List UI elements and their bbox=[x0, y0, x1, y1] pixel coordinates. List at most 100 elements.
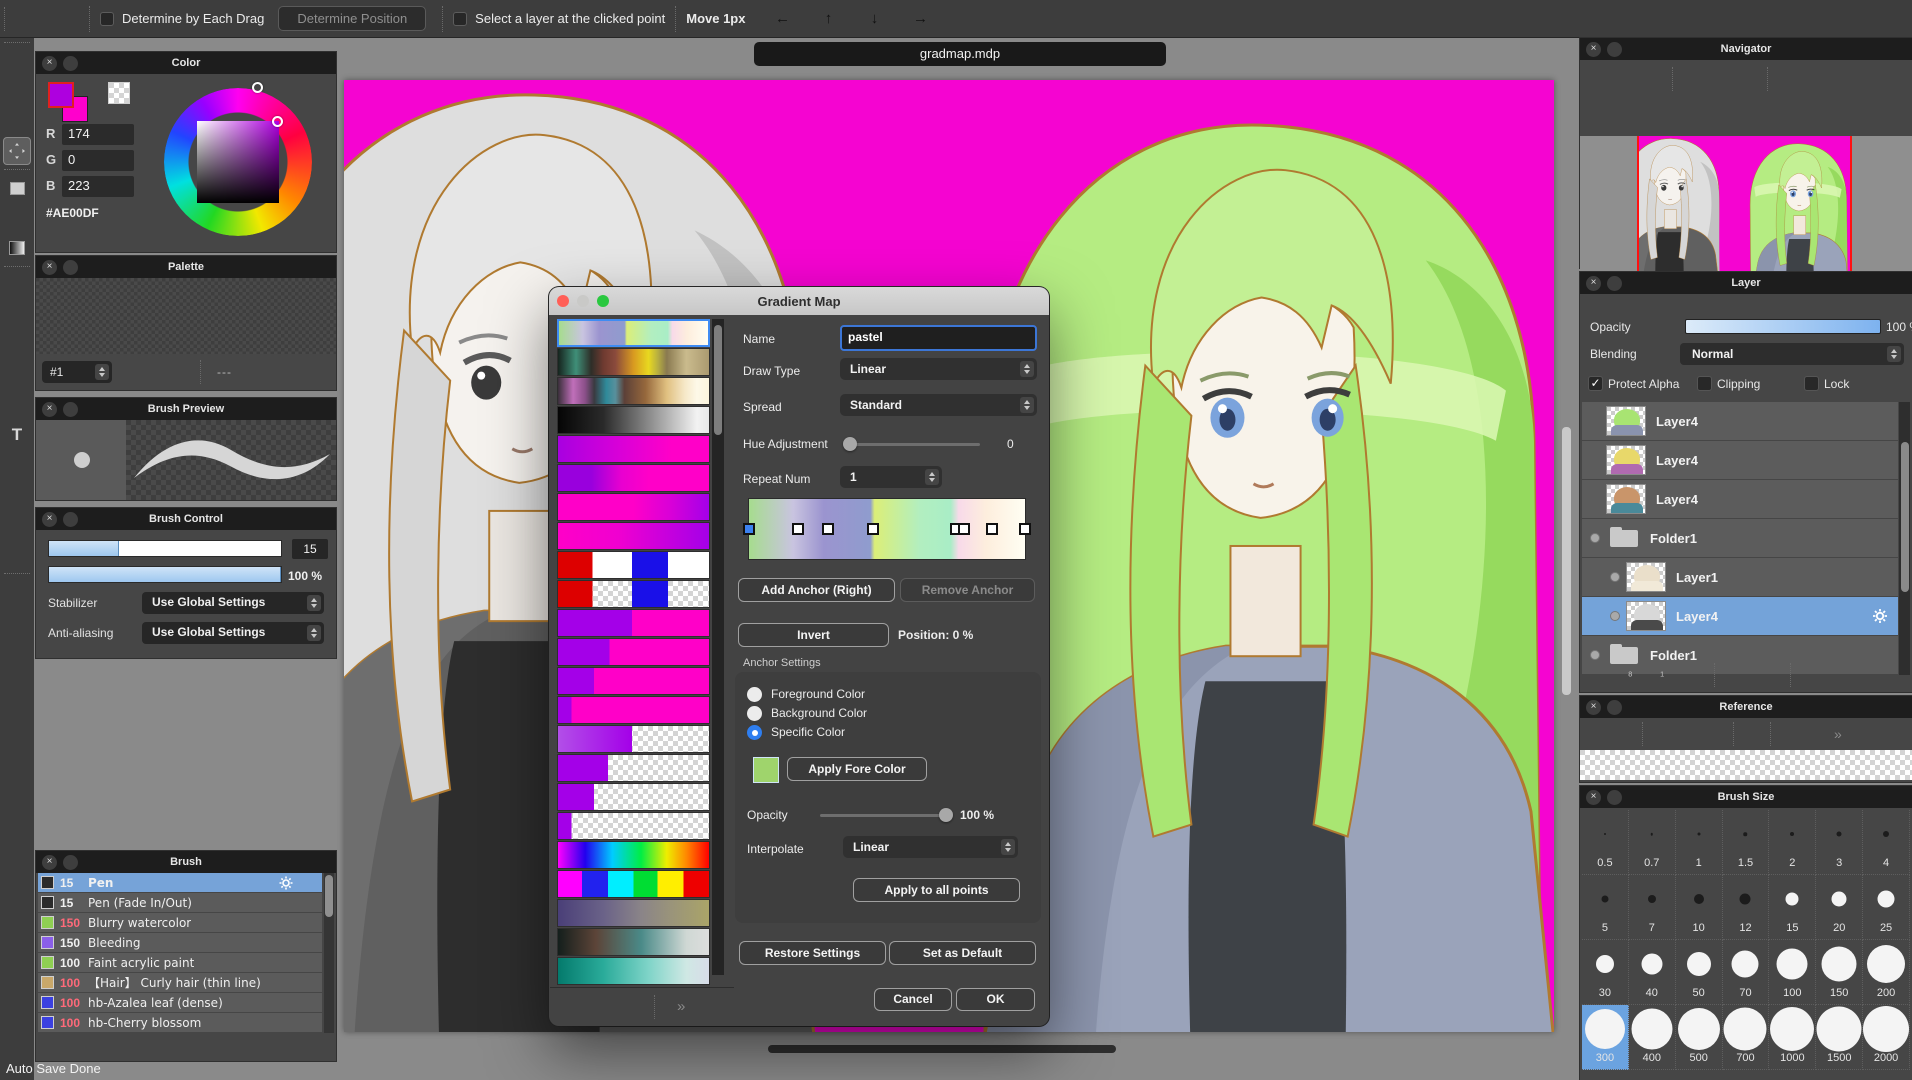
brush-size-option[interactable]: 12 bbox=[1723, 875, 1770, 940]
set-as-default-button[interactable]: Set as Default bbox=[889, 941, 1036, 965]
foreground-color-radio[interactable] bbox=[747, 687, 762, 702]
saturation-value-square[interactable] bbox=[197, 121, 279, 203]
anchor-color-swatch[interactable] bbox=[753, 757, 779, 783]
gradient-preset[interactable] bbox=[557, 957, 710, 985]
brush-size-option[interactable]: 10 bbox=[1676, 875, 1723, 940]
close-icon[interactable]: × bbox=[42, 56, 57, 71]
anchor-opacity-knob[interactable] bbox=[939, 808, 953, 822]
brush-size-option[interactable]: 2000 bbox=[1863, 1005, 1910, 1070]
zoom-fit-icon[interactable] bbox=[1644, 68, 1662, 91]
sv-marker[interactable] bbox=[272, 116, 283, 127]
brush-size-slider[interactable] bbox=[48, 540, 282, 557]
select-rect-tool[interactable] bbox=[3, 271, 31, 299]
delete-reference-icon[interactable] bbox=[1615, 723, 1633, 746]
gradient-preset[interactable] bbox=[557, 754, 710, 782]
close-icon[interactable]: × bbox=[1586, 700, 1601, 715]
palette-empty-area[interactable] bbox=[36, 278, 336, 354]
move-right-button[interactable]: → bbox=[897, 10, 943, 27]
new-1bit-layer-icon[interactable]: 1 bbox=[1652, 664, 1670, 687]
gradient-anchor[interactable] bbox=[1019, 523, 1031, 535]
gradient-preset[interactable] bbox=[557, 696, 710, 724]
brush-size-option[interactable]: 150 bbox=[1816, 940, 1863, 1005]
select-eraser-tool[interactable] bbox=[3, 391, 31, 419]
layer-settings-gear-icon[interactable] bbox=[1870, 606, 1890, 629]
detach-panel-icon[interactable] bbox=[63, 260, 78, 275]
text-tool[interactable]: T bbox=[3, 421, 31, 449]
foreground-color-swatch[interactable] bbox=[48, 82, 74, 108]
visibility-dot-icon[interactable] bbox=[1584, 533, 1606, 543]
brush-size-option[interactable]: 1000 bbox=[1769, 1005, 1816, 1070]
canvas-vertical-scrollbar[interactable] bbox=[1562, 427, 1571, 695]
reference-image-area[interactable] bbox=[1580, 750, 1912, 780]
brush-size-option[interactable]: 25 bbox=[1863, 875, 1910, 940]
layer-row[interactable]: Layer1 bbox=[1582, 558, 1898, 596]
brush-item[interactable]: 100hb-Azalea leaf (dense) bbox=[38, 993, 322, 1012]
b-value-field[interactable]: 223 bbox=[62, 176, 134, 197]
move-tool[interactable] bbox=[3, 137, 31, 165]
g-value-field[interactable]: 0 bbox=[62, 150, 134, 171]
gradient-tool[interactable] bbox=[3, 234, 31, 262]
brush-size-option[interactable]: 0.7 bbox=[1629, 810, 1676, 875]
brush-item[interactable]: 150Blurry watercolor bbox=[38, 913, 322, 932]
rotate-ccw-icon[interactable] bbox=[1683, 68, 1701, 91]
move-up-button[interactable]: ↑ bbox=[805, 10, 851, 27]
select-layer-checkbox[interactable] bbox=[453, 12, 467, 26]
brush-size-option[interactable]: 15 bbox=[1769, 875, 1816, 940]
brush-size-option[interactable]: 400 bbox=[1629, 1005, 1676, 1070]
gradient-preset[interactable] bbox=[557, 580, 710, 608]
gradient-preset[interactable] bbox=[557, 870, 710, 898]
cancel-button[interactable]: Cancel bbox=[874, 988, 952, 1011]
repeat-num-stepper[interactable]: 1 bbox=[840, 466, 942, 488]
gradient-preset[interactable] bbox=[557, 928, 710, 956]
brush-size-option[interactable]: 100 bbox=[1769, 940, 1816, 1005]
move-left-button[interactable]: ← bbox=[759, 10, 805, 27]
zoom-out-icon[interactable] bbox=[1616, 68, 1634, 91]
brush-size-option[interactable]: 4 bbox=[1863, 810, 1910, 875]
brush-item[interactable]: 150Bleeding bbox=[38, 933, 322, 952]
brush-size-option[interactable]: 500 bbox=[1676, 1005, 1723, 1070]
operation-tool[interactable] bbox=[3, 451, 31, 479]
layer-opacity-slider[interactable] bbox=[1685, 319, 1881, 334]
close-icon[interactable]: × bbox=[1586, 42, 1601, 57]
document-tab[interactable]: gradmap.mdp bbox=[754, 42, 1166, 66]
brush-size-option[interactable]: 40 bbox=[1629, 940, 1676, 1005]
gradient-preset[interactable] bbox=[557, 667, 710, 695]
brush-size-option[interactable]: 70 bbox=[1723, 940, 1770, 1005]
detach-panel-icon[interactable] bbox=[63, 855, 78, 870]
merge-down-icon[interactable] bbox=[1759, 664, 1777, 687]
brush-size-option[interactable]: 2 bbox=[1769, 810, 1816, 875]
duplicate-layer-icon[interactable] bbox=[1728, 664, 1746, 687]
brush-item[interactable]: 100hb-Cherry blossom bbox=[38, 1013, 322, 1032]
undo-icon[interactable] bbox=[19, 9, 39, 29]
eyedropper-icon[interactable] bbox=[1743, 723, 1761, 746]
brush-size-option[interactable]: 0.5 bbox=[1582, 810, 1629, 875]
gradient-anchor[interactable] bbox=[822, 523, 834, 535]
delete-gradient-icon[interactable] bbox=[622, 995, 640, 1018]
preset-scrollbar[interactable] bbox=[712, 319, 724, 975]
layer-row[interactable]: Layer4 bbox=[1582, 402, 1898, 440]
gradient-preset[interactable] bbox=[557, 899, 710, 927]
magic-wand-tool[interactable] bbox=[3, 331, 31, 359]
close-icon[interactable]: × bbox=[42, 402, 57, 417]
more-icon[interactable]: » bbox=[1834, 726, 1842, 742]
brush-item[interactable]: 15Pen bbox=[38, 873, 322, 892]
new-palette-icon[interactable] bbox=[130, 361, 148, 384]
draw-type-select[interactable]: Linear bbox=[840, 358, 1037, 380]
bucket-tool[interactable] bbox=[3, 204, 31, 232]
spread-select[interactable]: Standard bbox=[840, 394, 1037, 416]
background-color-radio[interactable] bbox=[747, 706, 762, 721]
new-layer-icon[interactable] bbox=[1590, 664, 1608, 687]
fill-rect-tool[interactable] bbox=[3, 174, 31, 202]
brush-store-icon[interactable] bbox=[46, 1036, 64, 1059]
stabilizer-select[interactable]: Use Global Settings bbox=[142, 592, 324, 614]
zoom-in-icon[interactable] bbox=[1588, 68, 1606, 91]
detach-panel-icon[interactable] bbox=[63, 56, 78, 71]
eyedropper-tool[interactable] bbox=[3, 511, 31, 539]
rotate-ccw-icon[interactable] bbox=[1780, 723, 1798, 746]
blending-select[interactable]: Normal bbox=[1680, 343, 1904, 365]
select-pen-tool[interactable] bbox=[3, 361, 31, 389]
move-down-button[interactable]: ↓ bbox=[851, 10, 897, 27]
remove-anchor-button[interactable]: Remove Anchor bbox=[900, 578, 1035, 602]
gradient-anchor[interactable] bbox=[958, 523, 970, 535]
new-folder-icon[interactable] bbox=[1683, 664, 1701, 687]
